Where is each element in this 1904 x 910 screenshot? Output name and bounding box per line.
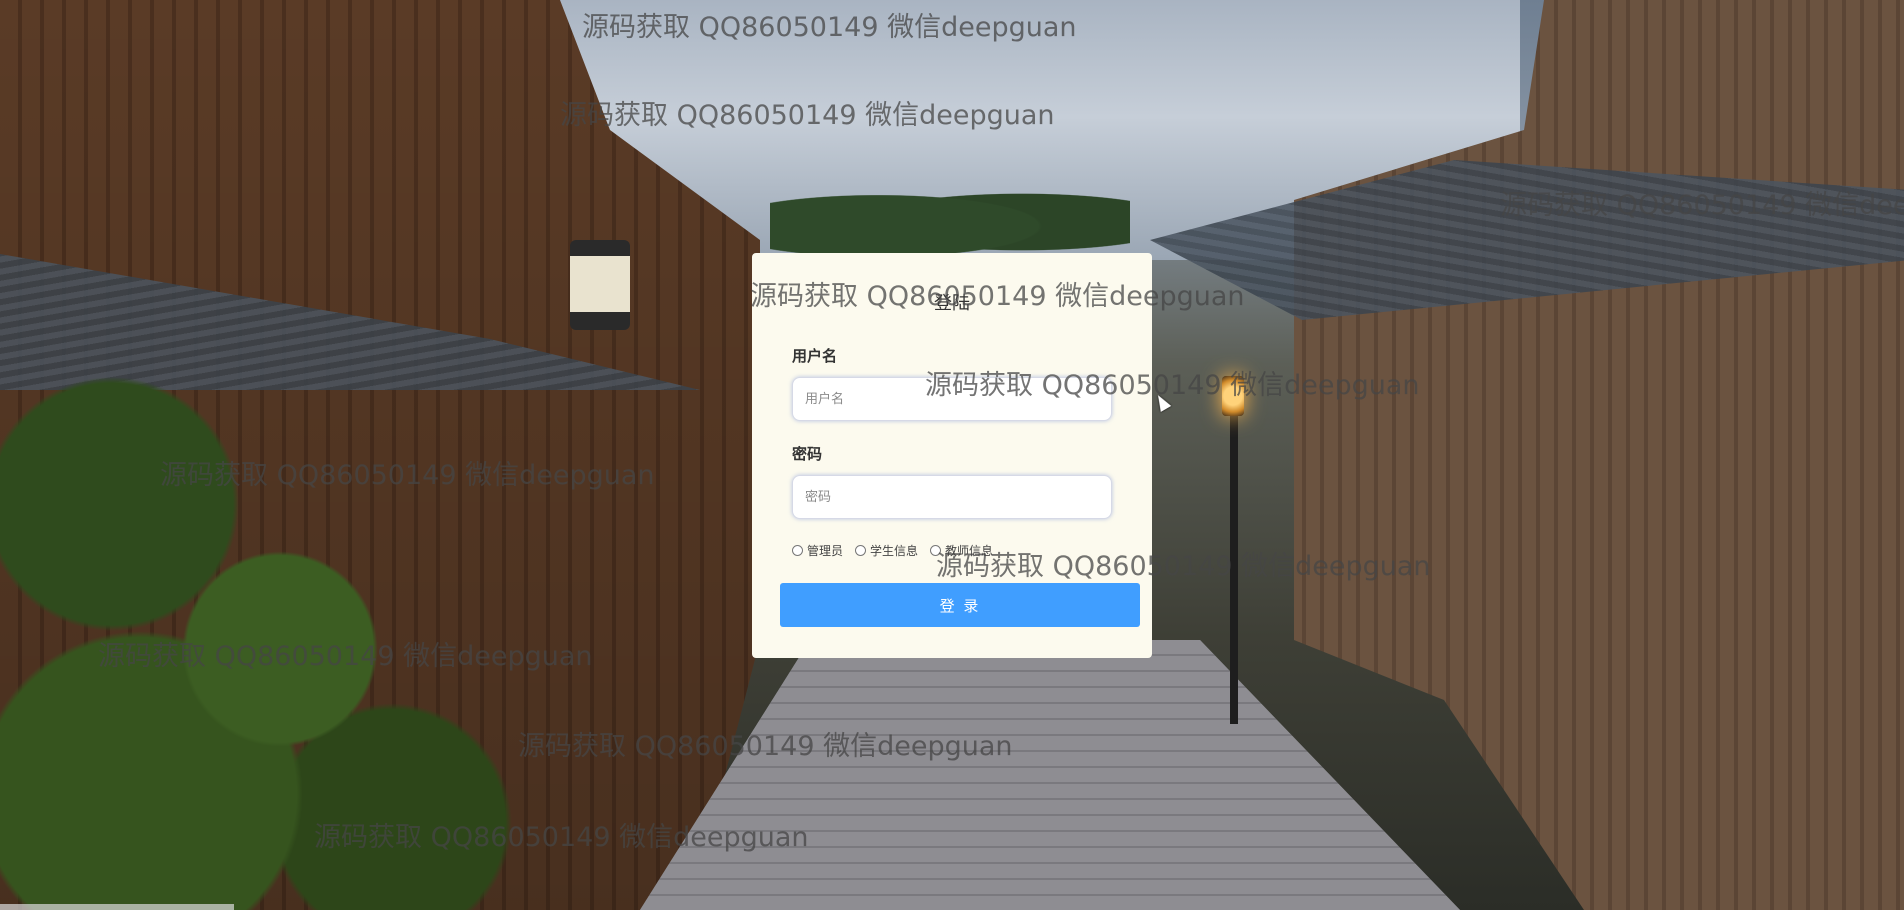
background-street bbox=[640, 640, 1460, 910]
background-left-foliage bbox=[0, 330, 560, 910]
street-lamp-light-right bbox=[1222, 376, 1244, 416]
radio-icon[interactable] bbox=[792, 545, 803, 556]
role-label: 管理员 bbox=[807, 544, 844, 558]
role-label: 学生信息 bbox=[870, 544, 919, 558]
username-input[interactable] bbox=[792, 377, 1112, 421]
background-trees bbox=[770, 178, 1130, 258]
role-option-teacher[interactable]: 教师信息 bbox=[930, 542, 993, 559]
role-option-student[interactable]: 学生信息 bbox=[855, 542, 918, 559]
street-lantern-left bbox=[570, 240, 630, 330]
radio-icon[interactable] bbox=[855, 545, 867, 556]
mouse-cursor-icon bbox=[1152, 392, 1172, 412]
login-card: 登陆 用户名 密码 管理员 学生信息 教师信息 登 录 bbox=[752, 253, 1152, 658]
username-label: 用户名 bbox=[792, 347, 838, 365]
status-strip bbox=[0, 904, 234, 910]
password-input[interactable] bbox=[792, 475, 1112, 519]
role-label: 教师信息 bbox=[945, 544, 994, 558]
role-option-admin[interactable]: 管理员 bbox=[792, 542, 843, 559]
radio-icon[interactable] bbox=[930, 545, 942, 556]
street-lamp-post-right bbox=[1230, 414, 1238, 724]
login-button[interactable]: 登 录 bbox=[780, 583, 1140, 627]
login-page: 登陆 用户名 密码 管理员 学生信息 教师信息 登 录 源码获取 QQ86050… bbox=[0, 0, 1904, 910]
login-title: 登陆 bbox=[934, 293, 970, 314]
role-selector: 管理员 学生信息 教师信息 bbox=[792, 542, 1005, 559]
password-label: 密码 bbox=[792, 445, 823, 463]
